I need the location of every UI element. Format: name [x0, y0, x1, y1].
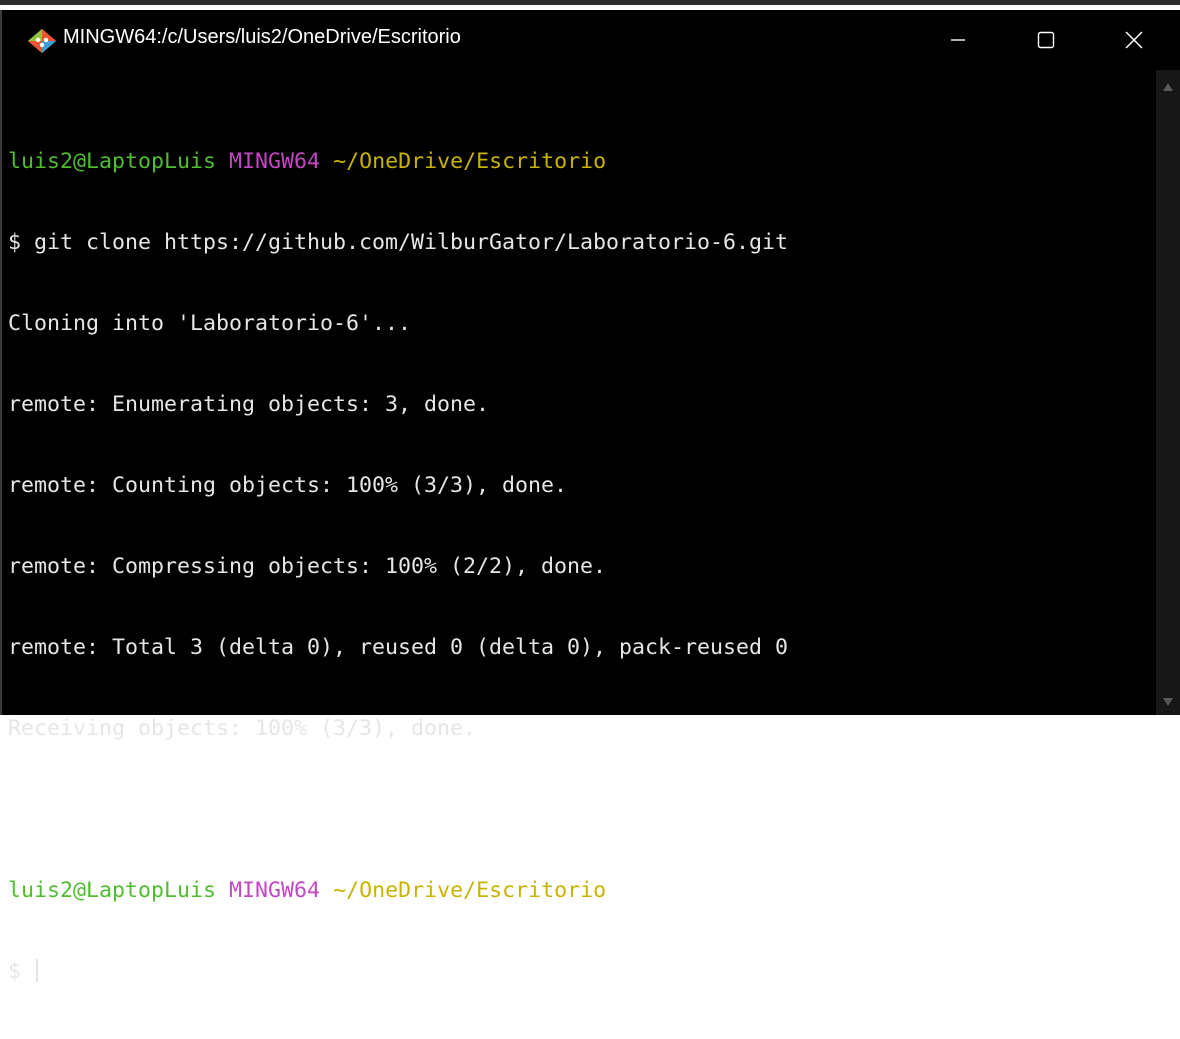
title-bar[interactable]: MINGW64:/c/Users/luis2/OneDrive/Escritor… — [2, 10, 1180, 70]
terminal-window: MINGW64:/c/Users/luis2/OneDrive/Escritor… — [0, 10, 1180, 984]
minimize-icon — [950, 32, 966, 48]
triangle-down-icon — [1162, 694, 1174, 712]
triangle-up-icon — [1162, 79, 1174, 97]
close-button[interactable] — [1090, 10, 1178, 70]
git-diamond-icon — [26, 28, 58, 54]
command-line: $ git clone https://github.com/WilburGat… — [8, 230, 789, 255]
minimize-button[interactable] — [914, 10, 1002, 70]
prompt-system: MINGW64 — [229, 149, 321, 174]
output-line: remote: Counting objects: 100% (3/3), do… — [8, 473, 568, 498]
window-title: MINGW64:/c/Users/luis2/OneDrive/Escritor… — [63, 26, 461, 48]
prompt-line: luis2@LaptopLuis MINGW64 ~/OneDrive/Escr… — [8, 877, 1148, 904]
input-line[interactable]: $ — [8, 958, 1148, 985]
output-line: remote: Compressing objects: 100% (2/2),… — [8, 554, 607, 579]
close-icon — [1125, 31, 1143, 49]
input-prefix: $ — [8, 959, 35, 984]
output-line: remote: Total 3 (delta 0), reused 0 (del… — [8, 635, 789, 660]
prompt-path: ~/OneDrive/Escritorio — [333, 878, 607, 903]
maximize-icon — [1037, 31, 1055, 49]
background-strip — [0, 0, 1180, 10]
terminal-output[interactable]: luis2@LaptopLuis MINGW64 ~/OneDrive/Escr… — [8, 94, 1148, 984]
text-cursor — [36, 959, 39, 982]
output-line: Cloning into 'Laboratorio-6'... — [8, 311, 412, 336]
prompt-path: ~/OneDrive/Escritorio — [333, 149, 607, 174]
scroll-down-button[interactable] — [1156, 691, 1180, 715]
vertical-scrollbar[interactable] — [1156, 70, 1180, 715]
output-line: Receiving objects: 100% (3/3), done. — [8, 716, 477, 741]
prompt-user-host: luis2@LaptopLuis — [8, 149, 217, 174]
prompt-user-host: luis2@LaptopLuis — [8, 878, 217, 903]
output-line: remote: Enumerating objects: 3, done. — [8, 392, 490, 417]
prompt-line: luis2@LaptopLuis MINGW64 ~/OneDrive/Escr… — [8, 148, 1148, 175]
maximize-button[interactable] — [1002, 10, 1090, 70]
scroll-up-button[interactable] — [1156, 76, 1180, 100]
prompt-system: MINGW64 — [229, 878, 321, 903]
